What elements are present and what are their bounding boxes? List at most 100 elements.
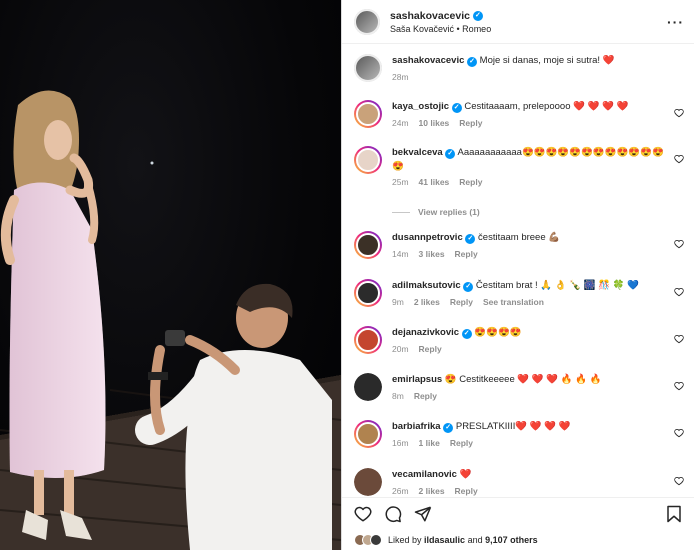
comment-avatar-image xyxy=(356,281,380,305)
caption-emoji: ❤️ xyxy=(602,55,615,66)
comment-username[interactable]: dejanazivkovic xyxy=(392,327,459,338)
comment-username[interactable]: barbiafrika xyxy=(392,421,441,432)
comment-item: dejanazivkovic ✓ 😍😍😍😍 20m Reply xyxy=(354,326,684,354)
reply-link[interactable]: Reply xyxy=(459,177,482,187)
verified-badge-icon: ✓ xyxy=(465,234,476,244)
comment-text: Cestitaaaam, prelepoooo ❤️ ❤️ ❤️ ❤️ xyxy=(464,101,629,112)
comment-icon[interactable] xyxy=(384,505,402,523)
reply-link[interactable]: Reply xyxy=(419,344,442,354)
like-comment-heart-icon[interactable] xyxy=(674,381,684,391)
view-replies-button[interactable]: View replies (1) xyxy=(392,207,480,217)
comment-avatar-image xyxy=(356,102,380,126)
liker-avatars xyxy=(354,533,382,546)
like-comment-heart-icon[interactable] xyxy=(674,287,684,297)
caption-username[interactable]: sashakovacevic xyxy=(392,55,464,66)
comment-likes[interactable]: 1 like xyxy=(419,438,440,448)
comment-username[interactable]: kaya_ostojic xyxy=(392,101,449,112)
comment-item: dusannpetrovic ✓ čestitaam breee 💪🏽 14m … xyxy=(354,231,684,259)
see-translation-link[interactable]: See translation xyxy=(483,297,544,307)
post-photo[interactable] xyxy=(0,0,341,550)
comment-likes[interactable]: 10 likes xyxy=(419,118,450,128)
reply-link[interactable]: Reply xyxy=(455,486,478,496)
comment-time: 8m xyxy=(392,390,404,401)
comment-avatar-image xyxy=(356,233,380,257)
comment-likes[interactable]: 2 likes xyxy=(419,486,445,496)
comment-item: barbiafrika ✓ PRESLATKIIII❤️ ❤️ ❤️ ❤️ 16… xyxy=(354,420,684,448)
comment-item: adilmaksutovic ✓ Čestitam brat ! 🙏 👌 🍾 🎆… xyxy=(354,279,684,307)
comment-avatar[interactable] xyxy=(354,373,382,401)
comment-text: ❤️ xyxy=(459,469,472,480)
comment-username[interactable]: bekvalceva xyxy=(392,147,443,158)
comment-avatar[interactable] xyxy=(354,146,382,174)
caption-text: Moje si danas, moje si sutra! xyxy=(479,55,601,66)
comment-text: Čestitam brat ! 🙏 👌 🍾 🎆 🎊 🍀 💙 xyxy=(475,280,639,291)
comment-time: 25m xyxy=(392,177,409,187)
reply-link[interactable]: Reply xyxy=(459,118,482,128)
comment-avatar-image xyxy=(356,422,380,446)
comment-avatar-image xyxy=(354,373,382,401)
like-comment-heart-icon[interactable] xyxy=(674,239,684,249)
comment-text: čestitaam breee 💪🏽 xyxy=(478,232,561,243)
comment-avatar-image xyxy=(356,148,380,172)
post-sidebar: sashakovacevic ✓ Saša Kovačević • Romeo … xyxy=(341,0,694,550)
reply-link[interactable]: Reply xyxy=(455,249,478,259)
verified-badge-icon: ✓ xyxy=(451,103,462,113)
comment-text: 😍😍😍😍 xyxy=(474,327,522,338)
comment-avatar[interactable] xyxy=(354,420,382,448)
comment-time: 24m xyxy=(392,117,409,128)
comment-item: kaya_ostojic ✓ Cestitaaaam, prelepoooo ❤… xyxy=(354,100,684,128)
post-caption: sashakovacevic ✓ Moje si danas, moje si … xyxy=(354,54,684,82)
comment-likes[interactable]: 2 likes xyxy=(414,297,440,307)
author-avatar[interactable] xyxy=(354,8,380,35)
proposal-scene xyxy=(0,90,341,550)
comment-item: vecamilanovic ❤️ 26m 2 likes Reply xyxy=(354,468,684,496)
comment-avatar-image xyxy=(354,468,382,496)
comments-list[interactable]: sashakovacevic ✓ Moje si danas, moje si … xyxy=(342,44,694,497)
view-replies-label: View replies (1) xyxy=(418,207,480,217)
reply-link[interactable]: Reply xyxy=(450,297,473,307)
comment-avatar[interactable] xyxy=(354,100,382,128)
like-heart-icon[interactable] xyxy=(354,505,372,523)
likes-summary[interactable]: Liked by ildasaulic and 9,107 others xyxy=(342,529,694,550)
comment-text: PRESLATKIIII❤️ ❤️ ❤️ ❤️ xyxy=(455,421,571,432)
instagram-post-view: sashakovacevic ✓ Saša Kovačević • Romeo … xyxy=(0,0,694,550)
reply-link[interactable]: Reply xyxy=(414,391,437,401)
like-comment-heart-icon[interactable] xyxy=(674,334,684,344)
comment-avatar[interactable] xyxy=(354,326,382,354)
comment-avatar[interactable] xyxy=(354,231,382,259)
post-header: sashakovacevic ✓ Saša Kovačević • Romeo … xyxy=(342,0,694,44)
comment-likes[interactable]: 41 likes xyxy=(419,177,450,187)
liked-by-user[interactable]: ildasaulic xyxy=(424,535,465,545)
save-bookmark-icon[interactable] xyxy=(666,505,682,523)
more-options-icon[interactable]: ··· xyxy=(667,14,684,30)
reply-link[interactable]: Reply xyxy=(450,438,473,448)
comment-time: 9m xyxy=(392,296,404,307)
post-action-bar xyxy=(342,497,694,529)
liker-avatar xyxy=(370,533,382,546)
verified-badge-icon: ✓ xyxy=(461,329,472,339)
verified-badge-icon: ✓ xyxy=(463,282,474,292)
author-username[interactable]: sashakovacevic xyxy=(390,10,470,22)
author-subtitle[interactable]: Saša Kovačević • Romeo xyxy=(390,24,667,34)
verified-badge-icon: ✓ xyxy=(443,423,454,433)
like-comment-heart-icon[interactable] xyxy=(674,428,684,438)
comment-username[interactable]: dusannpetrovic xyxy=(392,232,463,243)
comment-time: 16m xyxy=(392,437,409,448)
comment-avatar[interactable] xyxy=(354,279,382,307)
comment-username[interactable]: adilmaksutovic xyxy=(392,280,461,291)
liked-by-others[interactable]: 9,107 others xyxy=(485,535,538,545)
comment-avatar[interactable] xyxy=(354,468,382,496)
share-icon[interactable] xyxy=(414,505,432,523)
like-comment-heart-icon[interactable] xyxy=(674,154,684,164)
comment-username[interactable]: emirlapsus xyxy=(392,374,442,385)
verified-badge-icon: ✓ xyxy=(472,10,483,21)
like-comment-heart-icon[interactable] xyxy=(674,476,684,486)
comment-time: 20m xyxy=(392,343,409,354)
author-avatar[interactable] xyxy=(354,54,382,82)
like-comment-heart-icon[interactable] xyxy=(674,108,684,118)
comment-text: 😍 Cestitkeeeee ❤️ ❤️ ❤️ 🔥 🔥 🔥 xyxy=(444,374,602,385)
comment-likes[interactable]: 3 likes xyxy=(419,249,445,259)
comment-avatar-image xyxy=(356,328,380,352)
comment-username[interactable]: vecamilanovic xyxy=(392,469,457,480)
comment-item: emirlapsus 😍 Cestitkeeeee ❤️ ❤️ ❤️ 🔥 🔥 🔥… xyxy=(354,373,684,401)
